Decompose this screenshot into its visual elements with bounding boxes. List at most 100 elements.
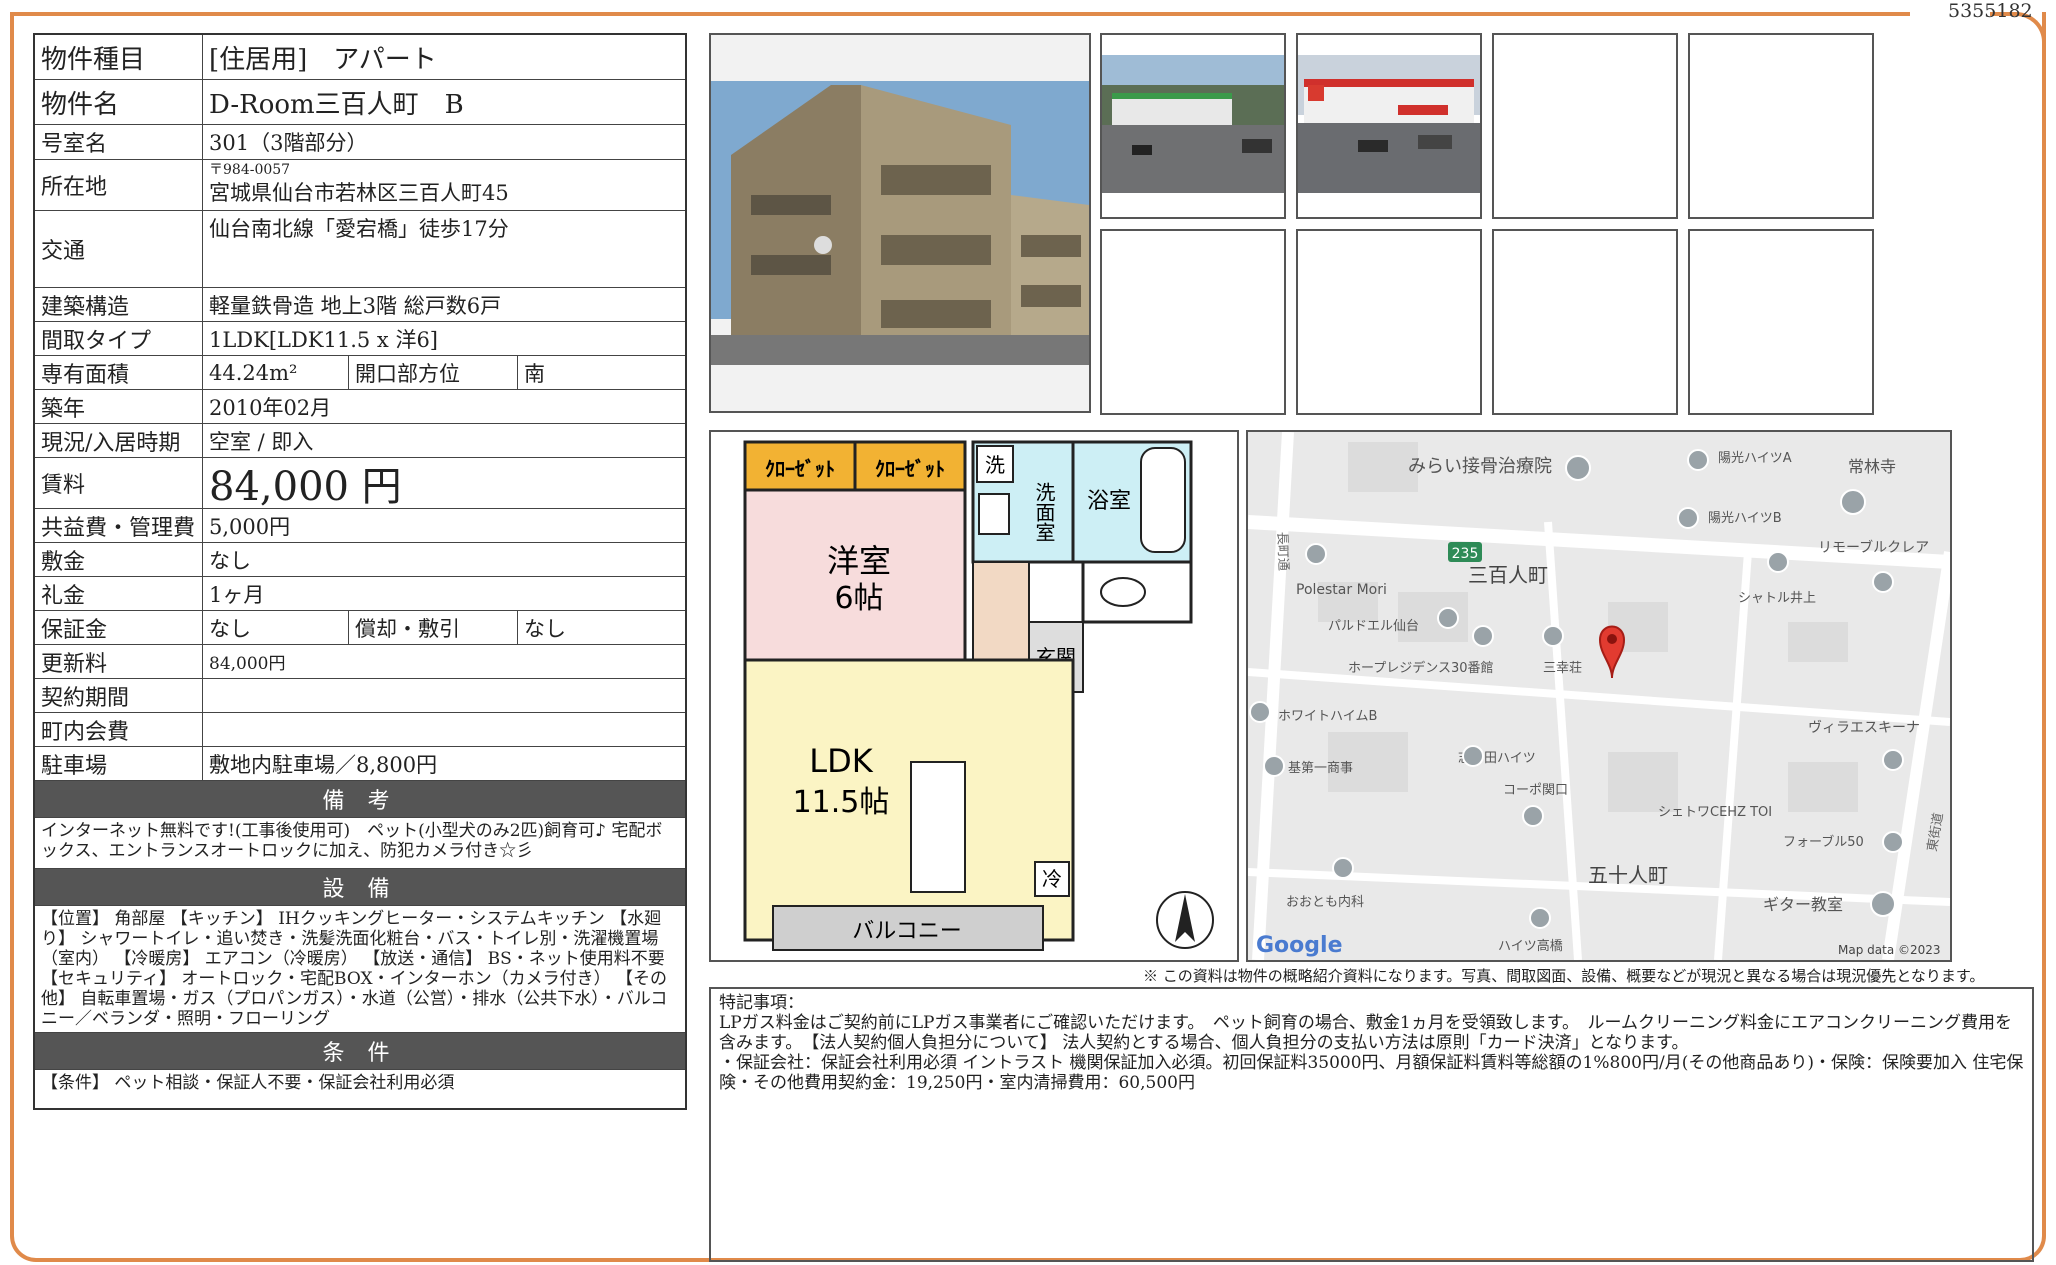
closet-2-label: ｸﾛｰｾﾞｯﾄ: [875, 457, 945, 481]
washroom-label: 洗面室: [1032, 482, 1056, 542]
row-contract-period: 契約期間: [35, 679, 685, 713]
photo-thumb-1[interactable]: [1100, 33, 1286, 219]
location-map[interactable]: 235 みらい接骨治療院 陽光ハイツA 常林寺 陽光ハイツB リモーブルクレア …: [1246, 430, 1952, 962]
place-pin-icon-7: [1472, 625, 1494, 647]
remarks-heading: 備 考: [35, 781, 685, 818]
place-pin-icon-13: [1522, 805, 1544, 827]
supermarket-photo: [1298, 55, 1480, 193]
row-deposit: 敷金 なし: [35, 543, 685, 577]
map-label-shuttle: シャトル井上: [1738, 591, 1816, 606]
row-layout: 間取タイプ 1LDK[LDK11.5 x 洋6]: [35, 322, 685, 356]
photo-thumb-7[interactable]: [1492, 229, 1678, 415]
convenience-store-photo: [1102, 55, 1284, 193]
transport-value: 仙台南北線「愛宕橋」徒歩17分: [209, 217, 509, 241]
row-common-fee: 共益費・管理費 5,000円: [35, 509, 685, 543]
direction-label: 開口部方位: [348, 356, 518, 389]
document-id: 5355182: [1948, 0, 2033, 22]
map-label-guitar: ギター教室: [1763, 895, 1843, 914]
building-illustration: [711, 35, 1089, 411]
contract-period-value: [203, 679, 685, 712]
parking-label: 駐車場: [35, 747, 203, 780]
row-built: 築年 2010年02月: [35, 390, 685, 424]
parking-value: 敷地内駐車場／8,800円: [209, 752, 438, 777]
built-value: 2010年02月: [209, 395, 332, 420]
address-label: 所在地: [35, 160, 203, 210]
built-label: 築年: [35, 390, 203, 423]
equipment-text: 【位置】 角部屋 【キッチン】 IHクッキングヒーター・システムキッチン 【水廻…: [35, 906, 685, 1033]
row-area: 専有面積 44.24m² 開口部方位 南: [35, 356, 685, 390]
structure-value: 軽量鉄骨造 地上3階 総戸数6戸: [209, 293, 502, 318]
ldk-label: LDK: [809, 742, 873, 780]
property-info-table: 物件種目 [住居用] アパート 物件名 D-Room三百人町 B 号室名 301…: [33, 33, 687, 1110]
deposit-label: 敷金: [35, 543, 203, 576]
postal-code: 〒984-0057: [209, 162, 291, 178]
place-pin-icon-15: [1332, 857, 1354, 879]
property-type-value: [住居用] アパート: [209, 44, 437, 75]
place-pin-icon-14: [1882, 831, 1904, 853]
key-money-label: 礼金: [35, 577, 203, 610]
route-number: 235: [1452, 546, 1479, 562]
photo-thumb-5[interactable]: [1100, 229, 1286, 415]
layout-label: 間取タイプ: [35, 322, 203, 355]
map-label-shetowa: シェトワCEHZ TOI: [1658, 805, 1772, 820]
balcony-label: バルコニー: [852, 919, 962, 944]
place-pin-icon-3: [1305, 543, 1327, 565]
ldk-size: 11.5帖: [793, 785, 890, 820]
place-pin-icon-11: [1462, 745, 1484, 767]
special-notes-title: 特記事項：: [719, 993, 804, 1013]
map-label-yoko-b: 陽光ハイツB: [1708, 511, 1782, 526]
photo-thumb-3[interactable]: [1492, 33, 1678, 219]
map-label-villa: ヴィラエスキーナ: [1808, 719, 1920, 736]
map-label-clinic: みらい接骨治療院: [1408, 456, 1552, 477]
map-label-yoko-a: 陽光ハイツA: [1718, 451, 1792, 466]
photo-thumb-8[interactable]: [1688, 229, 1874, 415]
photo-thumb-6[interactable]: [1296, 229, 1482, 415]
google-logo: Google: [1256, 933, 1343, 958]
community-fee-value: [203, 713, 685, 746]
map-data-credit: Map data ©2023: [1838, 943, 1941, 957]
area-label: 専有面積: [35, 356, 203, 389]
room-label: 号室名: [35, 125, 203, 159]
photo-thumb-2[interactable]: [1296, 33, 1482, 219]
row-transport: 交通 仙台南北線「愛宕橋」徒歩17分: [35, 211, 685, 288]
place-pin-icon: [1687, 449, 1709, 471]
fridge-label: 冷: [1042, 867, 1062, 891]
row-address: 所在地 〒984-0057 宮城県仙台市若林区三百人町45: [35, 160, 685, 211]
map-label-white: ホワイトハイムB: [1278, 709, 1377, 724]
status-value: 空室 / 即入: [209, 429, 314, 454]
community-fee-label: 町内会費: [35, 713, 203, 746]
map-label-polestar: Polestar Mori: [1296, 582, 1387, 598]
photo-thumb-4[interactable]: [1688, 33, 1874, 219]
western-room-label: 洋室: [827, 542, 891, 580]
map-label-nagamachi: 長町通: [1274, 532, 1290, 572]
renewal-value: 84,000円: [209, 654, 286, 674]
deposit-value: なし: [209, 548, 251, 573]
row-rent: 賃料 84,000 円: [35, 458, 685, 510]
common-fee-value: 5,000円: [209, 514, 291, 539]
floor-plan-drawing: ｸﾛｰｾﾞｯﾄ ｸﾛｰｾﾞｯﾄ 洋室 6帖 洗 洗面室 浴室 玄関 LDK 11…: [743, 440, 1214, 951]
row-property-name: 物件名 D-Room三百人町 B: [35, 80, 685, 125]
key-money-value: 1ヶ月: [209, 582, 265, 607]
amortization-value: なし: [524, 616, 566, 641]
rent-label: 賃料: [35, 458, 203, 508]
map-label-remove: リモーブルクレア: [1818, 539, 1929, 556]
structure-label: 建築構造: [35, 288, 203, 321]
row-renewal: 更新料 84,000円: [35, 645, 685, 679]
map-label-gojunin: 五十人町: [1588, 863, 1668, 887]
row-key-money: 礼金 1ヶ月: [35, 577, 685, 611]
floor-plan: ｸﾛｰｾﾞｯﾄ ｸﾛｰｾﾞｯﾄ 洋室 6帖 洗 洗面室 浴室 玄関 LDK 11…: [709, 430, 1239, 962]
room-value: 301（3階部分）: [209, 131, 368, 155]
remarks-text: インターネット無料です!(工事後使用可) ペット(小型犬のみ2匹)飼育可♪ 宅配…: [35, 818, 685, 869]
map-drawing: 235 みらい接骨治療院 陽光ハイツA 常林寺 陽光ハイツB リモーブルクレア …: [1248, 432, 1950, 960]
map-label-fable: フォーブル50: [1783, 834, 1864, 850]
western-room-size: 6帖: [834, 581, 883, 616]
layout-value: 1LDK[LDK11.5 x 洋6]: [209, 327, 439, 352]
map-label-haitsu-taka: ハイツ高橋: [1498, 938, 1563, 954]
address-cell: 〒984-0057 宮城県仙台市若林区三百人町45: [203, 160, 685, 210]
place-pin-icon-16: [1529, 907, 1551, 929]
map-label-pal: パルドエル仙台: [1328, 619, 1419, 634]
guarantee-value: なし: [209, 616, 251, 641]
place-pin-icon-2: [1677, 507, 1699, 529]
closet-1-label: ｸﾛｰｾﾞｯﾄ: [765, 457, 835, 481]
area-value: 44.24m²: [209, 360, 298, 385]
